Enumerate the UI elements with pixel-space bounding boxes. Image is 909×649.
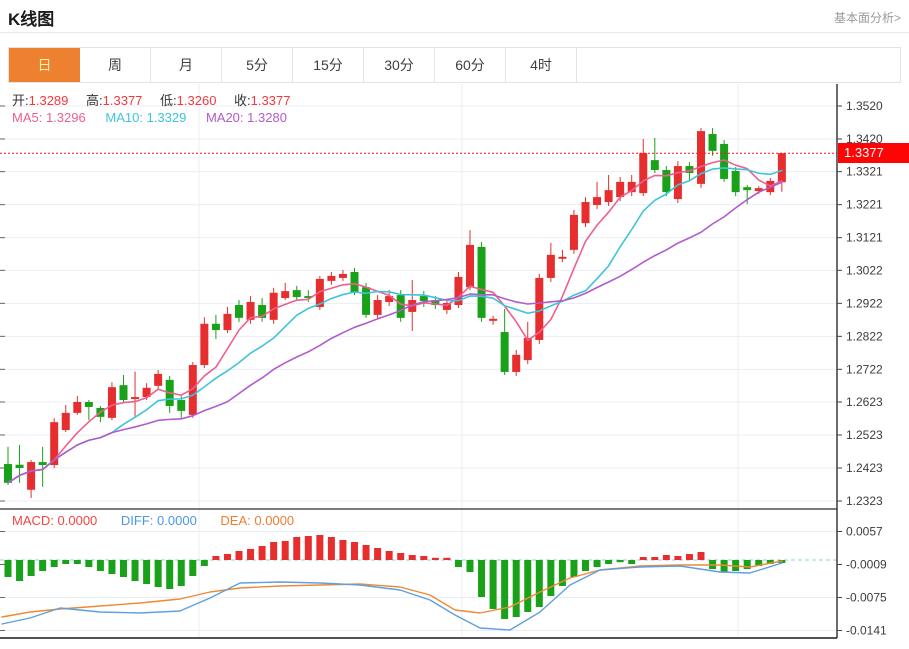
kline-chart: 1.3520 1.3420 1.3321 1.3221 1.3121 1.3022 1.29… [0,84,909,644]
ma5-legend: MA5: 1.3296 [12,110,86,125]
open-value: 1.3289 [28,93,69,108]
macd-value-legend: MACD: 0.0000 [12,513,98,528]
axes [0,84,838,639]
svg-text:0.0057: 0.0057 [846,525,883,539]
high-label: 高: [86,93,103,108]
svg-text:1.2623: 1.2623 [846,395,883,409]
svg-text:1.3321: 1.3321 [846,165,883,179]
svg-text:1.2523: 1.2523 [846,428,883,442]
tab-4hour[interactable]: 4时 [506,48,577,82]
svg-text:1.2822: 1.2822 [846,329,883,343]
axis-labels: 1.35201.34201.33211.32211.31211.30221.29… [837,99,887,638]
svg-text:1.2323: 1.2323 [846,494,883,508]
svg-text:-0.0009: -0.0009 [846,558,887,572]
svg-text:1.3520: 1.3520 [846,99,883,113]
interval-tab-bar: 日 周 月 5分 15分 30分 60分 4时 [8,47,901,83]
close-value: 1.3377 [250,93,291,108]
svg-text:1.3121: 1.3121 [846,231,883,245]
ma20-legend: MA20: 1.3280 [205,110,287,125]
svg-text:1.3221: 1.3221 [846,198,883,212]
ma-legend: MA5: 1.3296 MA10: 1.3329 MA20: 1.3280 [12,110,287,125]
fundamental-analysis-link[interactable]: 基本面分析> [834,9,901,26]
macd-lines [1,560,783,631]
gridlines [0,84,837,638]
header-divider [0,32,909,33]
low-value: 1.3260 [176,93,217,108]
low-label: 低: [160,93,177,108]
kline-page: { "header": { "title": "K线图", "link": "基… [0,0,909,644]
close-label: 收: [234,93,251,108]
tab-day[interactable]: 日 [9,48,80,82]
diff-value-legend: DIFF: 0.0000 [120,513,197,528]
svg-text:-0.0141: -0.0141 [846,624,887,638]
ohlc-legend: 开:1.3289 高:1.3377 低:1.3260 收:1.3377 [12,90,304,109]
open-label: 开: [12,93,29,108]
tab-60min[interactable]: 60分 [435,48,506,82]
svg-text:1.2922: 1.2922 [846,296,883,310]
tab-30min[interactable]: 30分 [364,48,435,82]
tab-month[interactable]: 月 [151,48,222,82]
svg-text:1.2722: 1.2722 [846,362,883,376]
svg-text:-0.0075: -0.0075 [846,591,887,605]
svg-text:1.3022: 1.3022 [846,263,883,277]
ma-lines [7,159,783,484]
svg-text:1.2423: 1.2423 [846,461,883,475]
macd-histogram [4,535,786,619]
tab-5min[interactable]: 5分 [222,48,293,82]
tab-15min[interactable]: 15分 [293,48,364,82]
macd-legend: MACD: 0.0000 DIFF: 0.0000 DEA: 0.0000 [12,513,294,528]
ma10-legend: MA10: 1.3329 [105,110,187,125]
dea-value-legend: DEA: 0.0000 [220,513,295,528]
kline-chart-svg: 1.35201.34201.33211.32211.31211.30221.29… [0,84,887,639]
high-value: 1.3377 [102,93,143,108]
current-price-tag: 1.3377 [838,143,909,163]
tab-week[interactable]: 周 [80,48,151,82]
page-title: K线图 [8,10,55,29]
